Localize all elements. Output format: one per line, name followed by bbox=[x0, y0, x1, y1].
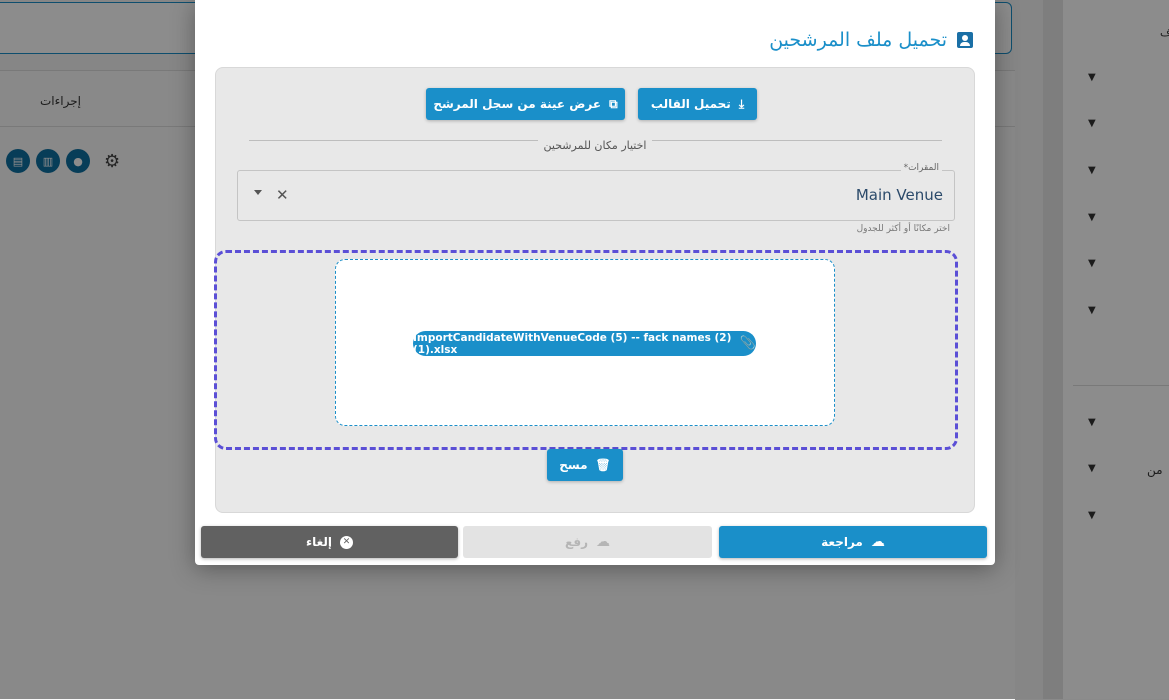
trash-icon: 🗑 bbox=[595, 458, 611, 472]
cancel-button[interactable]: ✕ إلغاء bbox=[201, 526, 458, 558]
clear-icon[interactable]: ✕ bbox=[276, 186, 289, 204]
selected-file-chip[interactable]: ImportCandidateWithVenueCode (5) -- fack… bbox=[413, 331, 756, 356]
upload-candidates-dialog: تحميل ملف المرشحين ⤓ تحميل القالب ⧉ عرض … bbox=[195, 0, 995, 565]
venues-legend: المقرات* bbox=[900, 163, 942, 173]
download-template-button[interactable]: ⤓ تحميل القالب bbox=[638, 88, 757, 120]
close-circle-icon: ✕ bbox=[340, 535, 354, 549]
view-sample-label: عرض عينة من سجل المرشح bbox=[433, 97, 602, 111]
venues-selected-value: Main Venue bbox=[855, 186, 943, 204]
file-dropzone[interactable]: ImportCandidateWithVenueCode (5) -- fack… bbox=[214, 250, 958, 450]
user-card-icon bbox=[957, 32, 973, 48]
dialog-body: ⤓ تحميل القالب ⧉ عرض عينة من سجل المرشح … bbox=[214, 67, 975, 513]
dialog-title-text: تحميل ملف المرشحين bbox=[769, 29, 947, 51]
venues-hint: اختر مكانًا أو أكثر للجدول bbox=[856, 224, 950, 234]
cancel-label: إلغاء bbox=[305, 535, 333, 549]
clear-label: مسح bbox=[559, 458, 588, 472]
section-label-text: اختيار مكان للمرشحين bbox=[537, 139, 653, 152]
dialog-title: تحميل ملف المرشحين bbox=[769, 29, 973, 51]
file-dropzone-inner[interactable]: ImportCandidateWithVenueCode (5) -- fack… bbox=[335, 259, 835, 426]
clear-button[interactable]: 🗑 مسح bbox=[547, 449, 623, 481]
upload-button[interactable]: ☁ رفع bbox=[463, 526, 712, 558]
view-sample-button[interactable]: ⧉ عرض عينة من سجل المرشح bbox=[426, 88, 625, 120]
download-icon: ⤓ bbox=[738, 96, 745, 111]
chevron-down-icon[interactable] bbox=[254, 190, 262, 195]
upload-label: رفع bbox=[565, 535, 588, 549]
review-button[interactable]: ☁ مراجعة bbox=[719, 526, 987, 558]
download-template-label: تحميل القالب bbox=[650, 97, 731, 111]
review-label: مراجعة bbox=[821, 535, 863, 549]
paperclip-icon: 📎 bbox=[739, 336, 756, 351]
cloud-upload-icon: ☁ bbox=[595, 534, 610, 550]
file-name: ImportCandidateWithVenueCode (5) -- fack… bbox=[413, 331, 732, 356]
venues-select[interactable]: المقرات* Main Venue ✕ bbox=[237, 163, 955, 221]
copy-icon: ⧉ bbox=[609, 96, 618, 111]
cloud-upload-icon: ☁ bbox=[870, 534, 885, 550]
section-label: اختيار مكان للمرشحين bbox=[216, 134, 974, 153]
